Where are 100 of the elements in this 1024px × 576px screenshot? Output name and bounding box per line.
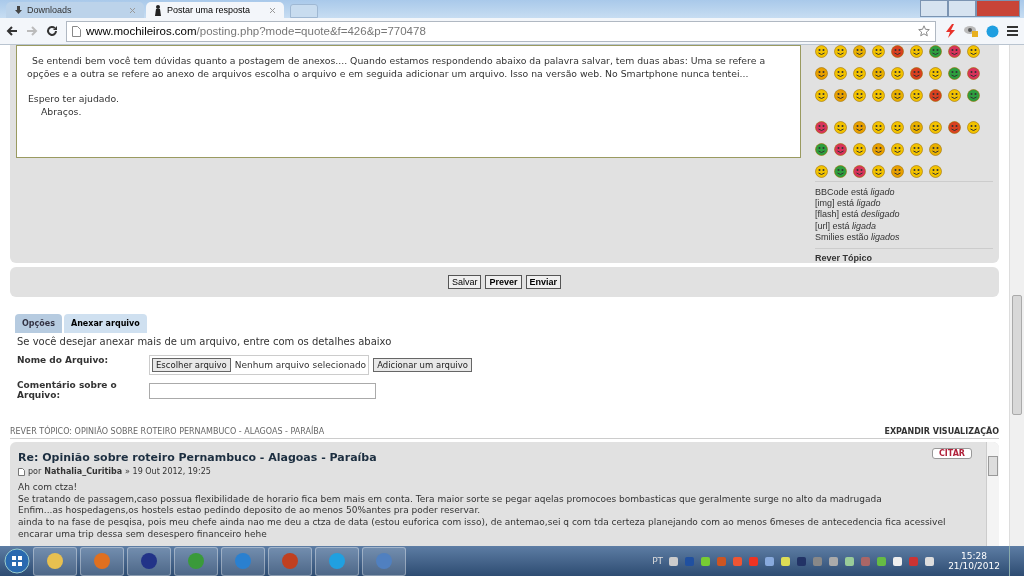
eye-icon[interactable] [964, 25, 978, 37]
smiley-icon[interactable] [948, 89, 961, 102]
smiley-icon[interactable] [853, 143, 866, 156]
tray-icon[interactable] [780, 555, 792, 567]
smiley-icon[interactable] [872, 45, 885, 58]
smiley-icon[interactable] [929, 89, 942, 102]
smiley-icon[interactable] [872, 89, 885, 102]
smiley-icon[interactable] [929, 67, 942, 80]
smiley-icon[interactable] [910, 143, 923, 156]
expand-link[interactable]: EXPANDIR VISUALIZAÇÃO [884, 427, 999, 436]
smiley-icon[interactable] [834, 143, 847, 156]
smiley-icon[interactable] [834, 89, 847, 102]
smiley-icon[interactable] [891, 165, 904, 178]
tray-icon[interactable] [876, 555, 888, 567]
form-button[interactable]: Salvar [447, 275, 482, 289]
smiley-icon[interactable] [910, 67, 923, 80]
form-button[interactable]: Enviar [525, 275, 562, 289]
taskbar-app-icon[interactable] [221, 546, 265, 576]
smiley-icon[interactable] [910, 45, 923, 58]
form-button[interactable]: Prever [485, 275, 522, 289]
smiley-icon[interactable] [910, 121, 923, 134]
post-icon [18, 467, 25, 476]
smiley-icon[interactable] [815, 121, 828, 134]
menu-icon[interactable] [1007, 26, 1018, 36]
byline-text: por [28, 467, 42, 476]
smiley-icon[interactable] [872, 143, 885, 156]
tray-icon[interactable] [892, 555, 904, 567]
smiley-icon[interactable] [815, 165, 828, 178]
add-file-button[interactable]: Adicionar um arquivo [373, 358, 472, 372]
smiley-icon[interactable] [834, 165, 847, 178]
comment-field[interactable] [149, 383, 376, 399]
quote-button[interactable]: CITAR [931, 448, 972, 459]
smiley-icon[interactable] [815, 89, 828, 102]
lightning-icon[interactable] [944, 24, 956, 38]
smiley-icon[interactable] [929, 143, 942, 156]
smiley-icon[interactable] [929, 165, 942, 178]
tray-icon[interactable] [764, 555, 776, 567]
taskbar-app-icon[interactable] [268, 546, 312, 576]
message-textarea[interactable]: Se entendi bem você tem dúvidas quanto a postagem de anexos.... Quando estamos respondendo abaixo da palavra salvar, tem duas abas: Uma se refere a opções e a outra se refere ao anexo de arquivos escolha o arquivo e em seguida adicionar um arquivo. Isso na versão web. No Smartphone nunca tentei... Espero ter ajudado. Abraços. [16, 45, 801, 158]
smiley-icon[interactable] [853, 45, 866, 58]
smiley-icon[interactable] [929, 45, 942, 58]
close-icon[interactable] [269, 6, 276, 14]
post-scrollbar[interactable] [986, 442, 999, 546]
smiley-icon[interactable] [853, 165, 866, 178]
panel-tab[interactable]: Anexar arquivo [63, 314, 147, 333]
review-topic-link[interactable]: Rever Tópico [815, 248, 993, 263]
file-input[interactable]: Escolher arquivo Nenhum arquivo selecionado [149, 355, 370, 375]
language-indicator[interactable]: PT [652, 556, 664, 566]
field-label: Nome do Arquivo: [17, 355, 110, 365]
smiley-icon[interactable] [948, 67, 961, 80]
smiley-icon[interactable] [891, 89, 904, 102]
smiley-icon[interactable] [815, 143, 828, 156]
clock[interactable]: 15:28 21/10/2012 [948, 551, 1000, 571]
smiley-icon[interactable] [834, 121, 847, 134]
smiley-icon[interactable] [929, 121, 942, 134]
browser-tab[interactable]: Postar uma resposta [146, 2, 284, 18]
smiley-icon[interactable] [891, 45, 904, 58]
smiley-icon[interactable] [910, 89, 923, 102]
post-text: Se tratando de passagem,caso possua flexibilidade de horario fica bem mais em conta. Tera maior sorte se pegar aqelas promocoes bombasticas que geralmente surge no alto da madrugada [18, 493, 883, 506]
status-text: [img] está ligado [815, 198, 882, 210]
smiley-icon[interactable] [967, 45, 980, 58]
browser-tab[interactable]: Downloads [6, 2, 144, 18]
taskbar-app-icon[interactable] [174, 546, 218, 576]
smiley-icon[interactable] [815, 67, 828, 80]
start-icon[interactable] [4, 548, 30, 574]
smiley-icon[interactable] [948, 121, 961, 134]
page-scrollbar[interactable] [1009, 45, 1024, 546]
attach-intro: Se você desejar anexar mais de um arquivo, entre com os detalhes abaixo [16, 335, 393, 349]
address-bar[interactable]: www.mochileiros.com/posting.php?mode=quote&f=426&p=770478 [66, 20, 936, 42]
smiley-icon[interactable] [834, 45, 847, 58]
author-link[interactable]: Nathalia_Curitiba [44, 467, 123, 476]
smiley-icon[interactable] [872, 165, 885, 178]
smiley-icon[interactable] [872, 121, 885, 134]
tray-icon[interactable] [844, 555, 856, 567]
smiley-icon[interactable] [853, 89, 866, 102]
reload-icon[interactable] [46, 25, 58, 37]
back-icon[interactable] [6, 26, 18, 36]
tray-icon[interactable] [924, 555, 936, 567]
smiley-icon[interactable] [967, 89, 980, 102]
smiley-icon[interactable] [910, 165, 923, 178]
smiley-icon[interactable] [853, 67, 866, 80]
smiley-icon[interactable] [815, 45, 828, 58]
smiley-icon[interactable] [891, 143, 904, 156]
smiley-icon[interactable] [872, 67, 885, 80]
star-icon[interactable] [918, 25, 930, 37]
smiley-icon[interactable] [891, 67, 904, 80]
smiley-icon[interactable] [948, 45, 961, 58]
tray-icon[interactable] [668, 555, 680, 567]
panel-tab[interactable]: Opções [15, 314, 62, 333]
taskbar-app-icon[interactable] [127, 546, 171, 576]
smiley-icon[interactable] [834, 67, 847, 80]
smiley-icon[interactable] [967, 121, 980, 134]
smiley-icon[interactable] [853, 121, 866, 134]
taskbar-app-icon[interactable] [315, 546, 359, 576]
tray-icon[interactable] [700, 555, 712, 567]
taskbar-app-icon[interactable] [362, 546, 406, 576]
tray-icon[interactable] [828, 555, 840, 567]
smiley-icon[interactable] [967, 67, 980, 80]
taskbar-app-icon[interactable] [80, 546, 124, 576]
smiley-icon[interactable] [891, 121, 904, 134]
